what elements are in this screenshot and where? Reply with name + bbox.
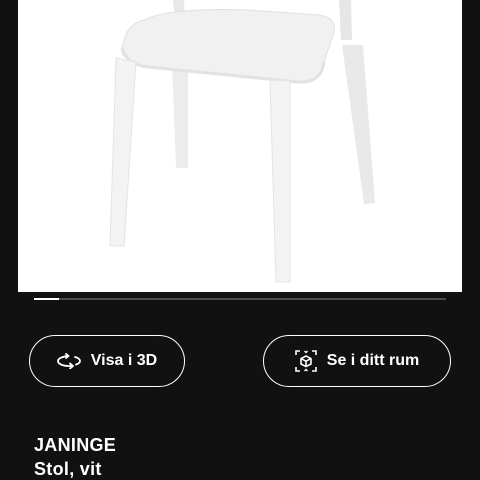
- product-description: Stol, vit: [34, 459, 102, 479]
- chair-illustration: [109, 0, 375, 283]
- rotate-3d-icon: [56, 353, 81, 369]
- gallery-progress-track: [34, 298, 446, 300]
- ar-cube-icon: [294, 350, 317, 372]
- view-in-room-label: Se i ditt rum: [326, 352, 420, 369]
- product-image[interactable]: [18, 0, 462, 292]
- view-in-3d-button[interactable]: Visa i 3D: [29, 335, 185, 387]
- view-in-room-button[interactable]: Se i ditt rum: [263, 335, 451, 387]
- product-name[interactable]: JANINGE: [34, 435, 116, 456]
- gallery-progress-fill: [34, 298, 59, 300]
- view-in-3d-label: Visa i 3D: [90, 352, 158, 369]
